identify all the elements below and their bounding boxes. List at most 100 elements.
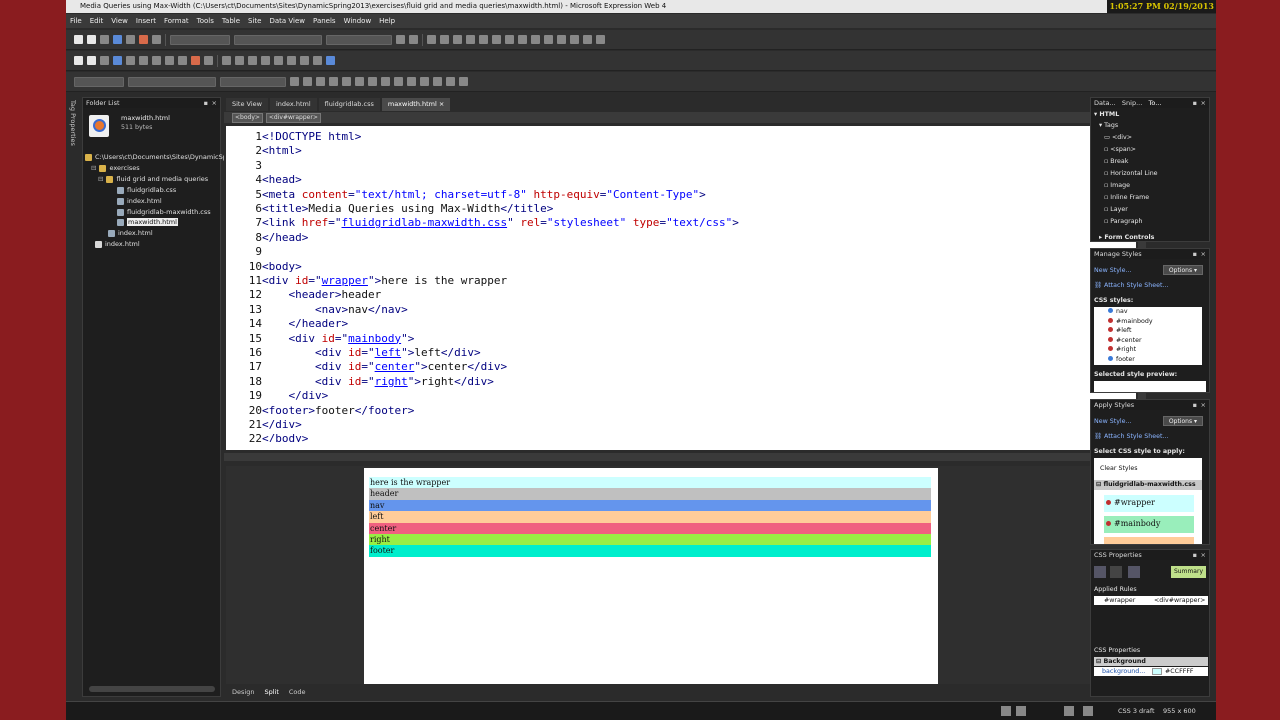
pin-icon[interactable]: ▪ xyxy=(1193,550,1197,560)
new-icon[interactable] xyxy=(74,35,83,44)
italic-icon[interactable] xyxy=(303,77,312,86)
tree-item-index-html-3[interactable]: index.html xyxy=(95,240,140,248)
borders-icon[interactable] xyxy=(570,35,579,44)
save-icon[interactable] xyxy=(113,35,122,44)
tag-properties-side-tab[interactable]: Tag Properties xyxy=(66,96,80,686)
cut-icon[interactable] xyxy=(152,56,161,65)
menu-window[interactable]: Window xyxy=(344,17,372,25)
help-icon[interactable] xyxy=(326,56,335,65)
menu-insert[interactable]: Insert xyxy=(136,17,156,25)
style-item-nav[interactable]: nav xyxy=(1108,308,1128,315)
open-icon[interactable] xyxy=(100,35,109,44)
preview-center-band[interactable]: center xyxy=(369,522,931,534)
tree-item-maxwidth-html[interactable]: maxwidth.html xyxy=(117,218,178,226)
toolbox-subsection-tags[interactable]: ▾ Tags xyxy=(1099,122,1118,129)
menu-edit[interactable]: Edit xyxy=(90,17,104,25)
apply-style-mainbody[interactable]: #mainbody xyxy=(1104,516,1194,533)
outdent-icon[interactable] xyxy=(407,77,416,86)
format-painter-icon[interactable] xyxy=(204,56,213,65)
css-schema-status[interactable]: CSS 3 draft xyxy=(1118,707,1155,715)
close-icon[interactable]: × xyxy=(1201,550,1206,560)
borders-icon[interactable] xyxy=(433,77,442,86)
italic-icon[interactable] xyxy=(440,35,449,44)
font-family-dropdown[interactable] xyxy=(128,76,216,87)
tab-maxwidth-html[interactable]: maxwidth.html × xyxy=(381,98,451,111)
underline-icon[interactable] xyxy=(453,35,462,44)
show-set-properties-icon[interactable] xyxy=(1128,566,1140,578)
toolbox-item-image[interactable]: ▫ Image xyxy=(1104,182,1130,189)
code-hscrollbar[interactable] xyxy=(224,453,1142,461)
tree-item-index-html-2[interactable]: index.html xyxy=(108,229,153,237)
undo-icon[interactable] xyxy=(261,56,270,65)
align-right-icon[interactable] xyxy=(355,77,364,86)
menu-file[interactable]: File xyxy=(70,17,82,25)
browser-preview-icon[interactable] xyxy=(139,56,148,65)
insert-link-icon[interactable] xyxy=(248,56,257,65)
summary-button[interactable]: Summary xyxy=(1171,566,1206,578)
undo-icon[interactable] xyxy=(396,35,405,44)
save-icon[interactable] xyxy=(113,56,122,65)
apply-style-wrapper[interactable]: #wrapper xyxy=(1104,495,1194,512)
font-color-icon[interactable] xyxy=(459,77,468,86)
tab-index-html[interactable]: index.html xyxy=(269,98,317,111)
refresh-icon[interactable] xyxy=(287,56,296,65)
tree-item-fluidgridlab-maxwidth-css[interactable]: fluidgridlab-maxwidth.css xyxy=(117,208,211,216)
menu-site[interactable]: Site xyxy=(248,17,261,25)
new-icon[interactable] xyxy=(74,56,83,65)
property-background-row[interactable]: background... #CCFFFF xyxy=(1094,667,1208,676)
size-dropdown[interactable] xyxy=(326,34,392,45)
redo-icon[interactable] xyxy=(274,56,283,65)
close-icon[interactable]: × xyxy=(1201,400,1206,410)
open-icon[interactable] xyxy=(100,56,109,65)
paragraph-style-dropdown[interactable] xyxy=(74,76,124,87)
style-dropdown[interactable] xyxy=(170,34,230,45)
align-left-icon[interactable] xyxy=(329,77,338,86)
close-icon[interactable]: × xyxy=(1201,249,1206,259)
align-left-icon[interactable] xyxy=(466,35,475,44)
style-application-icon[interactable] xyxy=(1016,706,1026,716)
toolbox-item-iframe[interactable]: ▫ Inline Frame xyxy=(1104,194,1149,201)
publish-icon[interactable] xyxy=(126,56,135,65)
applied-rule-row[interactable]: #wrapper <div#wrapper> xyxy=(1094,596,1208,605)
html-schema-icon[interactable] xyxy=(1083,706,1093,716)
pin-icon[interactable]: ▪ xyxy=(1193,249,1197,259)
folder-hscrollbar[interactable] xyxy=(89,686,215,692)
outdent-icon[interactable] xyxy=(544,35,553,44)
tab-site-view[interactable]: Site View xyxy=(226,98,268,111)
menu-tools[interactable]: Tools xyxy=(197,17,214,25)
page-size-status[interactable]: 955 x 600 xyxy=(1163,707,1196,715)
options-button[interactable]: Options ▾ xyxy=(1162,265,1203,275)
options-button[interactable]: Options ▾ xyxy=(1162,416,1203,426)
underline-icon[interactable] xyxy=(316,77,325,86)
highlight-icon[interactable] xyxy=(446,77,455,86)
highlight-icon[interactable] xyxy=(583,35,592,44)
preview-left-band[interactable]: left xyxy=(369,511,931,523)
quick-tag-body[interactable]: <body> xyxy=(232,112,263,123)
tab-split[interactable]: Split xyxy=(264,688,278,696)
copy-icon[interactable] xyxy=(165,56,174,65)
pin-icon[interactable]: ▪ xyxy=(1193,98,1197,108)
new-page-icon[interactable] xyxy=(87,56,96,65)
font-size-dropdown[interactable] xyxy=(220,76,286,87)
tree-item-index-html[interactable]: index.html xyxy=(117,197,162,205)
toolbox-item-hr[interactable]: ▫ Horizontal Line xyxy=(1104,170,1158,177)
toolbox-item-break[interactable]: ▫ Break xyxy=(1104,158,1128,165)
justify-icon[interactable] xyxy=(505,35,514,44)
clear-styles-item[interactable]: Clear Styles xyxy=(1100,465,1138,472)
stylesheet-group-row[interactable]: ⊟ fluidgridlab-maxwidth.css xyxy=(1094,480,1202,490)
tree-item-exercises[interactable]: ⊟ exercises xyxy=(91,164,140,172)
attach-style-sheet-link[interactable]: ⛓ Attach Style Sheet... xyxy=(1094,432,1168,440)
preview-header-band[interactable]: header xyxy=(369,488,931,500)
close-icon[interactable]: × xyxy=(1201,98,1206,108)
toolbox-section-form-controls[interactable]: ▸ Form Controls xyxy=(1099,234,1154,241)
new-style-link[interactable]: New Style... xyxy=(1094,418,1132,425)
tools-icon[interactable] xyxy=(191,56,200,65)
bold-icon[interactable] xyxy=(427,35,436,44)
tab-code[interactable]: Code xyxy=(289,688,306,696)
preview-wrapper-band[interactable]: here is the wrapper xyxy=(369,477,931,489)
quick-tag-div-wrapper[interactable]: <div#wrapper> xyxy=(265,112,321,123)
preview-right-band[interactable]: right xyxy=(369,534,931,546)
style-item-footer[interactable]: footer xyxy=(1108,355,1135,363)
style-item-right[interactable]: #right xyxy=(1108,346,1136,353)
tab-fluidgridlab-css[interactable]: fluidgridlab.css xyxy=(318,98,380,111)
